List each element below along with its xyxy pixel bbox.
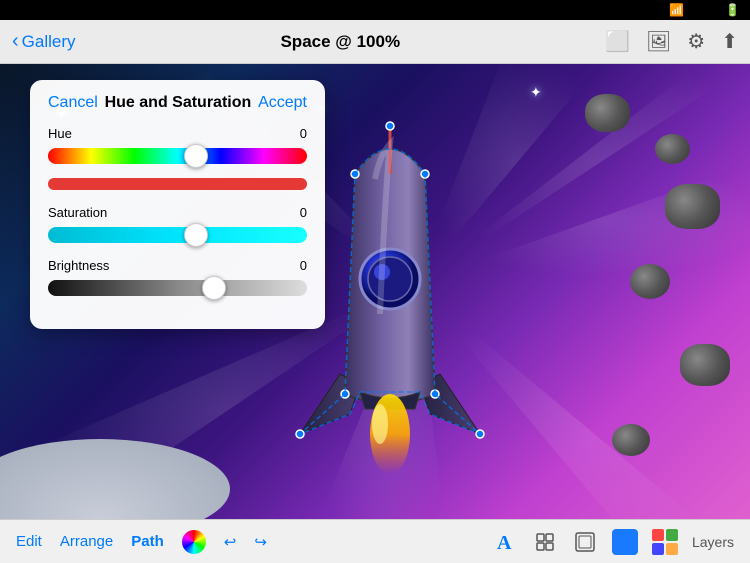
arrange-button[interactable]: Arrange: [60, 533, 113, 550]
saturation-label: Saturation: [48, 205, 107, 220]
asteroid-1: [585, 94, 630, 132]
nav-bar: ‹ Gallery Space @ 100% ⬜ 🖼 ⚙ ⬆: [0, 20, 750, 64]
bluetooth-icon: 📶: [669, 3, 684, 17]
star-4: ✦: [530, 84, 542, 101]
saturation-thumb[interactable]: [184, 223, 208, 247]
nav-actions: ⬜ 🖼 ⚙ ⬆: [605, 29, 738, 54]
fill-color-button[interactable]: [612, 529, 638, 555]
device-label: iPad: [10, 3, 34, 17]
gear-icon[interactable]: ⚙: [687, 29, 705, 54]
saturation-track[interactable]: [48, 227, 307, 243]
layers-button[interactable]: Layers: [692, 534, 734, 550]
toolbar-left: Edit Arrange Path ↩ ↪: [16, 530, 267, 554]
color-wheel-button[interactable]: [182, 530, 206, 554]
accept-button[interactable]: Accept: [258, 94, 307, 112]
frame-tool-button[interactable]: [572, 529, 598, 555]
document-title: Space @ 100%: [280, 32, 400, 52]
brightness-label: Brightness: [48, 258, 109, 273]
wifi-icon: ▲: [39, 3, 51, 17]
asteroid-3: [665, 184, 720, 229]
back-arrow-icon: ‹: [12, 30, 19, 53]
bottom-toolbar: Edit Arrange Path ↩ ↪ A: [0, 519, 750, 563]
hue-label: Hue: [48, 126, 72, 141]
image-icon[interactable]: 🖼: [646, 29, 671, 54]
gallery-label: Gallery: [22, 32, 76, 52]
asteroid-6: [612, 424, 650, 456]
hue-track[interactable]: [48, 148, 307, 164]
share-icon[interactable]: ⬆: [721, 29, 738, 54]
path-button[interactable]: Path: [131, 533, 164, 550]
battery-icon: 🔋: [725, 3, 740, 17]
asteroid-4: [630, 264, 670, 299]
svg-text:A: A: [497, 532, 512, 553]
brightness-thumb[interactable]: [202, 276, 226, 300]
frame-icon[interactable]: ⬜: [605, 29, 630, 54]
status-bar: iPad ▲ 8:15 PM 📶 100% 🔋: [0, 0, 750, 20]
hue-track-container[interactable]: [48, 145, 307, 167]
toolbar-right: A Layers: [492, 529, 734, 555]
asteroid-5: [680, 344, 730, 386]
text-icon: A: [494, 531, 516, 553]
arrange-icon: [534, 531, 556, 553]
battery-percent: 100%: [689, 3, 720, 17]
saturation-track-container[interactable]: [48, 224, 307, 246]
asteroid-2: [655, 134, 690, 164]
frame-icon: [574, 531, 596, 553]
edit-button[interactable]: Edit: [16, 533, 42, 550]
status-time: 8:15 PM: [337, 3, 382, 17]
cancel-button[interactable]: Cancel: [48, 94, 98, 112]
hue-value: 0: [300, 126, 307, 141]
panel-header: Cancel Hue and Saturation Accept: [48, 94, 307, 112]
saturation-value: 0: [300, 205, 307, 220]
hue-secondary-track-container: [48, 171, 307, 193]
redo-button[interactable]: ↪: [254, 533, 267, 551]
back-button[interactable]: ‹ Gallery: [12, 30, 76, 53]
undo-button[interactable]: ↩: [224, 533, 237, 551]
hue-slider-row: Hue 0: [48, 126, 307, 193]
color-palette-button[interactable]: [652, 529, 678, 555]
hue-thumb[interactable]: [184, 144, 208, 168]
hue-saturation-panel: Cancel Hue and Saturation Accept Hue 0 S…: [30, 80, 325, 329]
brightness-track-container[interactable]: [48, 277, 307, 299]
text-tool-button[interactable]: A: [492, 529, 518, 555]
brightness-track[interactable]: [48, 280, 307, 296]
saturation-slider-row: Saturation 0: [48, 205, 307, 246]
brightness-slider-row: Brightness 0: [48, 258, 307, 299]
hue-secondary-track: [48, 178, 307, 190]
brightness-value: 0: [300, 258, 307, 273]
panel-title: Hue and Saturation: [105, 94, 252, 112]
arrange-tool-button[interactable]: [532, 529, 558, 555]
